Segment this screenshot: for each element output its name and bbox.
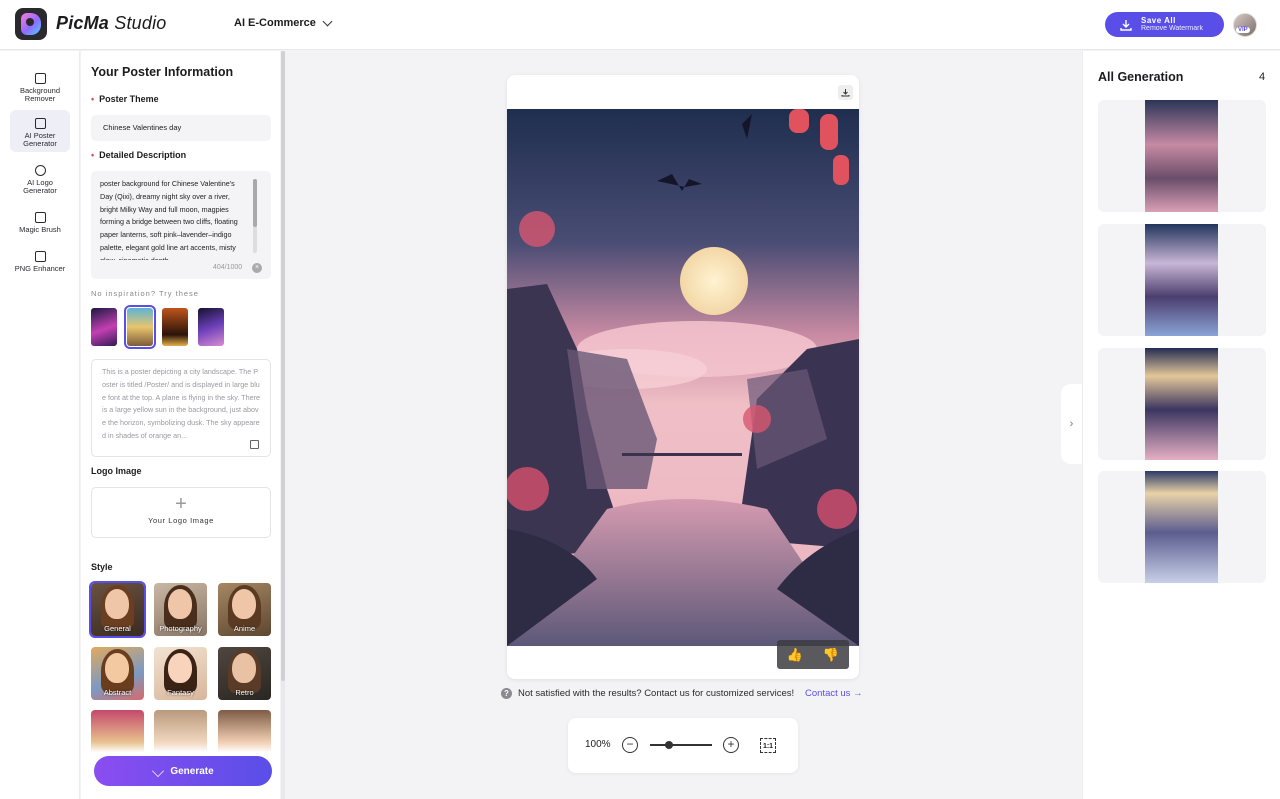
thumbs-up-icon[interactable]: 👍	[777, 640, 813, 669]
zoom-out-icon[interactable]: −	[622, 737, 638, 753]
app-header: PicMa Studio AI E-Commerce Save All Remo…	[0, 0, 1280, 50]
collapse-panel-icon[interactable]: ›	[1061, 384, 1082, 464]
vip-badge: VIP	[1236, 27, 1250, 33]
user-avatar[interactable]	[1233, 13, 1257, 37]
inspiration-thumb-3[interactable]	[162, 308, 188, 346]
tool-label: Magic Brush	[19, 225, 61, 234]
generation-history-panel: All Generation 4	[1082, 51, 1280, 799]
description-scrollbar[interactable]	[253, 179, 257, 253]
contact-us-label: Contact us	[805, 688, 851, 699]
poster-theme-label: Poster Theme	[91, 94, 159, 104]
generate-button[interactable]: Generate	[94, 756, 272, 786]
style-label-text: Fantasy	[167, 688, 194, 697]
category-dropdown[interactable]: AI E-Commerce	[234, 16, 333, 29]
brand-bold: PicMa	[56, 13, 110, 33]
question-icon: ?	[501, 688, 512, 699]
actual-size-icon[interactable]: 1:1	[760, 738, 776, 753]
generation-title: All Generation	[1098, 70, 1184, 84]
style-label-text: Anime	[233, 624, 256, 633]
category-dropdown-label: AI E-Commerce	[234, 17, 316, 29]
description-textarea[interactable]: poster background for Chinese Valentine'…	[91, 171, 271, 279]
tool-label: PNG Enhancer	[14, 264, 66, 273]
inspiration-thumb-1[interactable]	[91, 308, 117, 346]
style-label-text: Abstract	[103, 688, 132, 697]
save-all-title: Save All	[1141, 16, 1176, 25]
panel-title: Your Poster Information	[91, 65, 234, 79]
clear-icon[interactable]: ×	[252, 263, 262, 273]
generation-count: 4	[1259, 71, 1266, 83]
tool-label: AI Poster Generator	[23, 131, 57, 148]
generation-item[interactable]	[1098, 224, 1266, 336]
brush-icon	[34, 212, 46, 223]
tool-png-enhancer[interactable]: PNG Enhancer	[10, 243, 70, 285]
generation-item[interactable]	[1098, 100, 1266, 212]
style-label-text: Photography	[159, 624, 202, 633]
thumbs-down-icon[interactable]: 👎	[813, 640, 849, 669]
prompt-text: This is a poster depicting a city landsc…	[102, 367, 260, 440]
style-photography[interactable]: Photography	[154, 583, 207, 636]
tool-ai-poster-generator[interactable]: AI Poster Generator	[10, 110, 70, 152]
contact-us-link[interactable]: Contact us →	[805, 688, 863, 699]
arrow-right-icon: →	[853, 688, 863, 699]
save-all-button[interactable]: Save All Remove Watermark	[1105, 12, 1224, 37]
prompt-textarea[interactable]: This is a poster depicting a city landsc…	[91, 359, 271, 457]
zoom-in-icon[interactable]: +	[723, 737, 739, 753]
zoom-slider-handle[interactable]	[664, 741, 673, 749]
generation-item[interactable]	[1098, 471, 1266, 583]
brand-name: PicMa Studio	[56, 13, 166, 34]
plus-icon: +	[175, 493, 187, 515]
background-remover-icon	[34, 73, 46, 84]
zoom-value: 100%	[585, 739, 611, 750]
style-abstract[interactable]: Abstract	[91, 647, 144, 700]
generate-label: Generate	[170, 765, 214, 777]
description-label: Detailed Description	[91, 150, 186, 160]
style-retro[interactable]: Retro	[218, 647, 271, 700]
generation-item[interactable]	[1098, 348, 1266, 460]
tool-background-remover[interactable]: Background Remover	[10, 65, 70, 107]
style-anime[interactable]: Anime	[218, 583, 271, 636]
rating-bar: 👍 👎	[777, 640, 849, 669]
chevron-down-icon	[322, 16, 333, 26]
png-icon	[34, 251, 46, 262]
download-icon[interactable]	[838, 85, 853, 100]
poster-theme-input[interactable]: Chinese Valentines day	[91, 115, 271, 141]
style-general[interactable]: General	[89, 581, 146, 638]
notice-text: Not satisfied with the results? Contact …	[518, 688, 795, 699]
zoom-slider[interactable]	[650, 744, 712, 746]
edit-icon[interactable]	[250, 440, 259, 449]
poster-icon	[34, 118, 46, 129]
tool-label: AI Logo Generator	[23, 178, 57, 195]
tool-sidebar: Background Remover AI Poster Generator A…	[0, 51, 80, 799]
tool-magic-brush[interactable]: Magic Brush	[10, 204, 70, 246]
panel-scrollbar[interactable]	[281, 51, 285, 799]
poster-info-panel: Your Poster Information Poster Theme Chi…	[81, 51, 280, 799]
inspiration-thumb-2[interactable]	[124, 305, 156, 349]
brand-light: Studio	[114, 13, 167, 33]
magic-wand-icon	[152, 765, 165, 777]
description-text: poster background for Chinese Valentine'…	[100, 179, 238, 260]
inspiration-thumb-4[interactable]	[198, 308, 224, 346]
tool-label: Background Remover	[19, 86, 61, 103]
char-count: 404/1000	[213, 264, 243, 271]
feedback-notice: ? Not satisfied with the results? Contac…	[501, 688, 794, 699]
generated-poster-image	[507, 109, 859, 646]
picma-logo-icon[interactable]	[15, 8, 47, 40]
style-fantasy[interactable]: Fantasy	[154, 647, 207, 700]
logo-upload[interactable]: + Your Logo Image	[91, 487, 271, 538]
save-all-subtitle: Remove Watermark	[1141, 25, 1203, 32]
logo-upload-label: Your Logo Image	[148, 516, 214, 525]
style-label-text: Retro	[235, 688, 254, 697]
inspiration-label: No inspiration? Try these	[91, 289, 199, 298]
zoom-toolbar: 100% − + 1:1	[568, 718, 798, 773]
logo-icon	[34, 165, 46, 176]
style-label: Style	[91, 562, 113, 572]
style-label-text: General	[104, 624, 131, 633]
download-icon	[1120, 19, 1132, 31]
tool-ai-logo-generator[interactable]: AI Logo Generator	[10, 157, 70, 199]
logo-image-label: Logo Image	[91, 466, 142, 476]
